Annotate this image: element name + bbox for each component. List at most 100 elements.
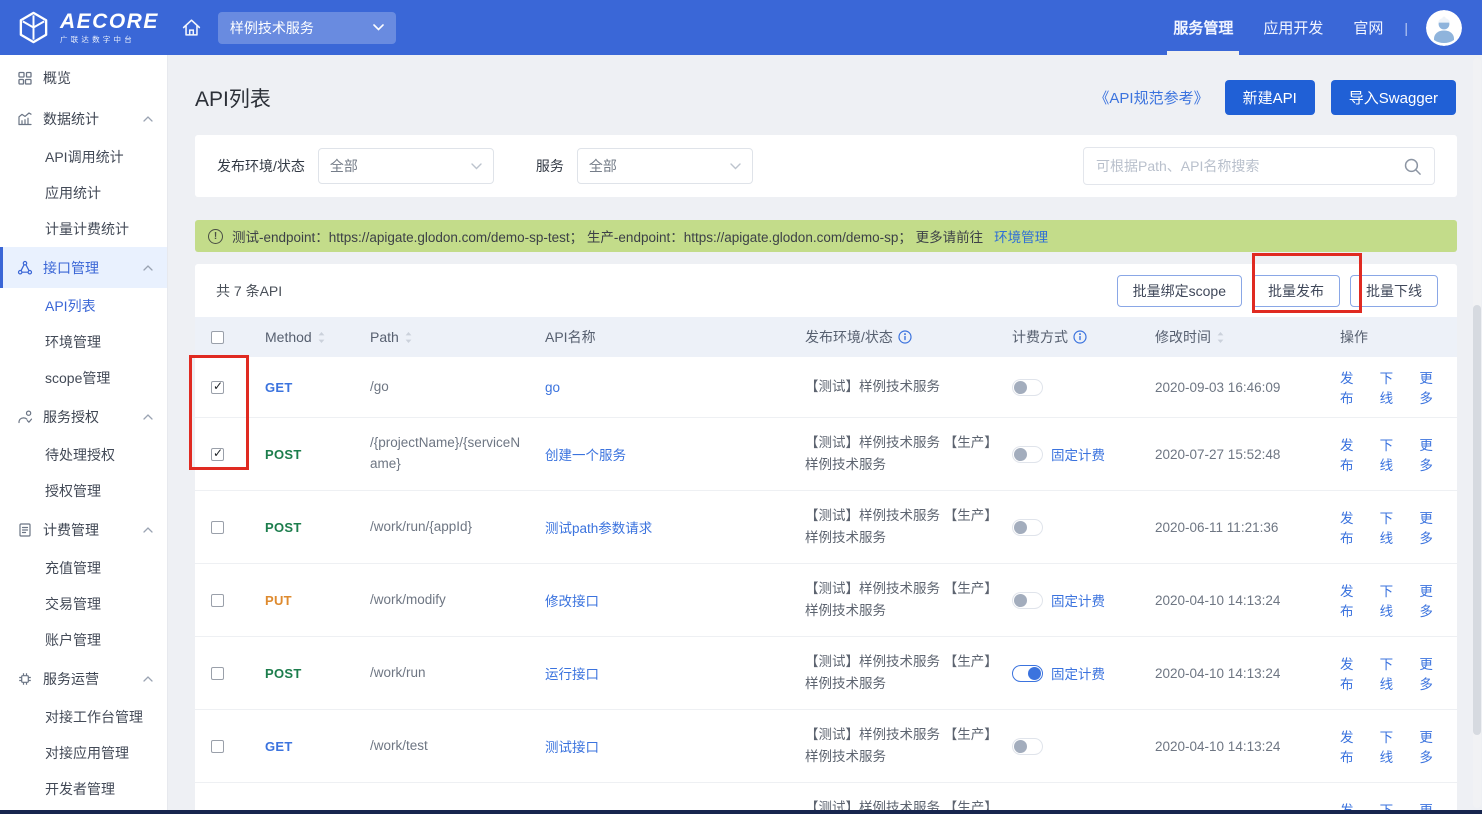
billing-type-link[interactable]: 固定计费 [1051,444,1105,464]
billing-toggle[interactable] [1012,379,1043,396]
sidebar-subitem[interactable]: 环境管理 [0,324,167,360]
sidebar: 概览数据统计API调用统计应用统计计量计费统计接口管理API列表环境管理scop… [0,55,168,814]
api-name-link[interactable]: 测试path参数请求 [545,517,652,537]
sidebar-item-label: 计费管理 [43,520,133,540]
column-header-label: Path [370,329,399,345]
publish-link[interactable]: 发布 [1340,367,1366,407]
more-link[interactable]: 更多 [1419,367,1445,407]
row-checkbox[interactable] [211,521,224,534]
sidebar-subitem[interactable]: scope管理 [0,360,167,396]
sidebar-subitem[interactable]: 对接应用管理 [0,735,167,771]
method-badge: GET [265,380,293,395]
sidebar-item[interactable]: 服务授权 [0,396,167,437]
sidebar-subitem[interactable]: 交易管理 [0,586,167,622]
sidebar-item[interactable]: 数据统计 [0,98,167,139]
sidebar-item[interactable]: 概览 [0,57,167,98]
top-nav-item[interactable]: 服务管理 [1173,0,1233,55]
import-swagger-button[interactable]: 导入Swagger [1331,80,1456,115]
api-name-link[interactable]: 修改接口 [545,590,599,610]
billing-toggle[interactable] [1012,446,1043,463]
sort-icon[interactable] [1216,331,1225,344]
scrollbar-thumb[interactable] [1473,305,1481,735]
billing-type-link[interactable]: 固定计费 [1051,590,1105,610]
sidebar-subitem[interactable]: API列表 [0,288,167,324]
offline-link[interactable]: 下线 [1380,434,1406,474]
top-nav-item[interactable]: 应用开发 [1263,0,1323,55]
sidebar-item[interactable]: 服务运营 [0,658,167,699]
row-checkbox[interactable] [211,594,224,607]
avatar[interactable] [1426,10,1462,46]
row-checkbox[interactable] [211,740,224,753]
modified-time: 2020-04-10 14:13:24 [1155,739,1340,754]
env-status: 【测试】样例技术服务 【生产】样例技术服务 [805,651,1012,694]
logo-cube-icon [16,10,51,45]
sidebar-item[interactable]: 计费管理 [0,509,167,550]
sidebar-subitem[interactable]: 计量计费统计 [0,211,167,247]
more-link[interactable]: 更多 [1419,434,1445,474]
sort-icon[interactable] [404,331,413,344]
sidebar-subitem[interactable]: 对接工作台管理 [0,699,167,735]
offline-link[interactable]: 下线 [1380,726,1406,766]
billing-toggle[interactable] [1012,592,1043,609]
sidebar-subitem[interactable]: 开发者管理 [0,771,167,807]
api-name-link[interactable]: go [545,380,560,395]
billing-type-link[interactable]: 固定计费 [1051,663,1105,683]
sidebar-subitem[interactable]: 账户管理 [0,622,167,658]
api-spec-link[interactable]: 《API规范参考》 [1094,87,1208,108]
sidebar-subitem[interactable]: 授权管理 [0,473,167,509]
more-link[interactable]: 更多 [1419,507,1445,547]
search-icon[interactable] [1403,157,1422,176]
billing-toggle[interactable] [1012,665,1043,682]
billing-toggle[interactable] [1012,519,1043,536]
offline-link[interactable]: 下线 [1380,367,1406,407]
billing-toggle[interactable] [1012,738,1043,755]
sidebar-subitem[interactable]: 应用统计 [0,175,167,211]
api-path: /{projectName}/{serviceName} [370,433,545,475]
offline-link[interactable]: 下线 [1380,653,1406,693]
publish-link[interactable]: 发布 [1340,653,1366,693]
chevron-down-icon [730,163,741,170]
column-header: API名称 [545,327,805,347]
row-checkbox[interactable] [211,381,224,394]
info-icon[interactable] [1073,330,1087,344]
service-filter-value: 全部 [589,156,617,176]
env-manage-link[interactable]: 环境管理 [994,226,1048,246]
publish-link[interactable]: 发布 [1340,434,1366,474]
search-input[interactable] [1096,158,1403,174]
workspace-select[interactable]: 样例技术服务 [218,12,396,44]
table-row: POST/{projectName}/{serviceName}创建一个服务【测… [195,417,1457,490]
table-row: GET/gogo【测试】样例技术服务2020-09-03 16:46:09发布下… [195,357,1457,417]
new-api-button[interactable]: 新建API [1225,80,1315,115]
service-filter-select[interactable]: 全部 [577,148,753,184]
sidebar-subitem[interactable]: API调用统计 [0,139,167,175]
sidebar-item[interactable]: 接口管理 [0,247,167,288]
api-name-link[interactable]: 测试接口 [545,736,599,756]
batch-publish-button[interactable]: 批量发布 [1252,275,1340,307]
publish-link[interactable]: 发布 [1340,726,1366,766]
row-checkbox[interactable] [211,448,224,461]
auth-icon [17,409,33,425]
chevron-down-icon [471,163,482,170]
offline-link[interactable]: 下线 [1380,507,1406,547]
row-checkbox[interactable] [211,667,224,680]
sidebar-subitem[interactable]: 充值管理 [0,550,167,586]
info-icon[interactable] [898,330,912,344]
more-link[interactable]: 更多 [1419,580,1445,620]
sidebar-subitem[interactable]: 待处理授权 [0,437,167,473]
service-filter-label: 服务 [536,156,564,176]
batch-offline-button[interactable]: 批量下线 [1350,275,1438,307]
home-button[interactable] [181,17,202,38]
api-name-link[interactable]: 创建一个服务 [545,444,626,464]
publish-link[interactable]: 发布 [1340,507,1366,547]
offline-link[interactable]: 下线 [1380,580,1406,620]
batch-bind-scope-button[interactable]: 批量绑定scope [1117,275,1242,307]
select-all-checkbox[interactable] [211,331,224,344]
publish-link[interactable]: 发布 [1340,580,1366,620]
sort-icon[interactable] [317,331,326,344]
top-nav-item[interactable]: 官网 [1353,0,1383,55]
api-name-link[interactable]: 运行接口 [545,663,599,683]
env-filter-select[interactable]: 全部 [318,148,494,184]
more-link[interactable]: 更多 [1419,726,1445,766]
stats-icon [17,111,33,127]
more-link[interactable]: 更多 [1419,653,1445,693]
